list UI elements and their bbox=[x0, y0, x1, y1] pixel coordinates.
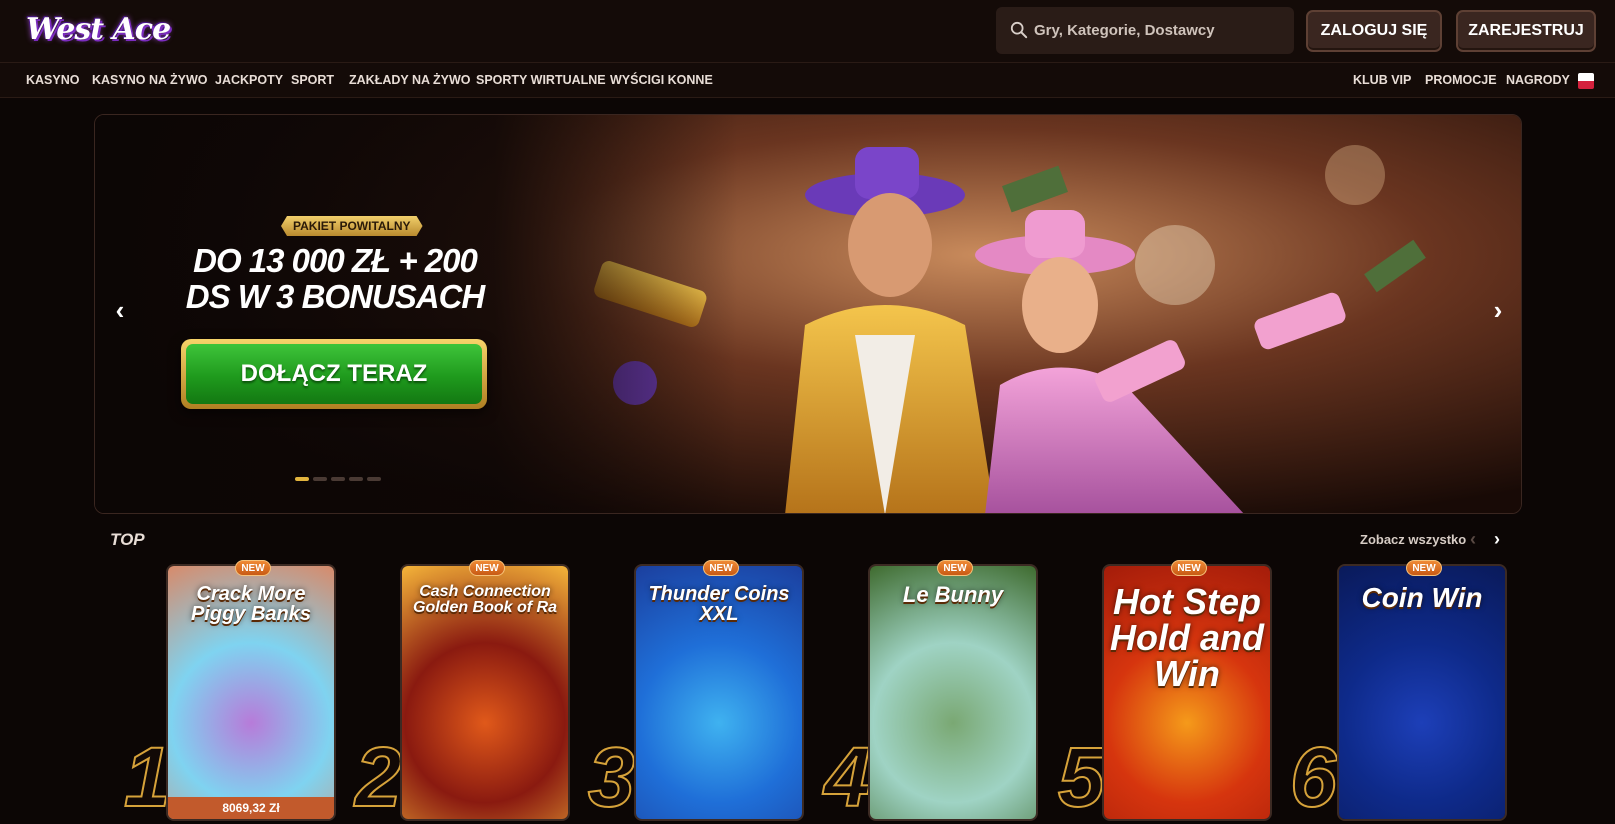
banner-dot-3[interactable] bbox=[331, 477, 345, 481]
banner-headline: DO 13 000 ZŁ + 200 DS W 3 BONUSACH bbox=[185, 242, 486, 315]
game-title: Coin Win bbox=[1361, 582, 1483, 613]
game-title: Hot Step Hold and Win bbox=[1110, 581, 1264, 694]
nav-item-jackpoty[interactable]: JACKPOTY bbox=[215, 73, 283, 87]
banner-headline-line2: DS W 3 BONUSACH bbox=[185, 278, 486, 315]
banner-headline-line1: DO 13 000 ZŁ + 200 bbox=[193, 242, 478, 279]
rank-number: 1 bbox=[123, 730, 172, 824]
carousel-next-icon[interactable]: › bbox=[1490, 529, 1504, 549]
banner-pagination bbox=[295, 477, 381, 481]
logo-text: West Ace bbox=[26, 12, 171, 47]
see-all-link[interactable]: Zobacz wszystko bbox=[1360, 532, 1466, 547]
rank-number: 4 bbox=[823, 730, 872, 824]
west-ace-logo[interactable]: West Ace bbox=[24, 8, 171, 54]
nav-item-nagrody[interactable]: NAGRODY bbox=[1506, 73, 1570, 87]
search-box[interactable] bbox=[996, 7, 1294, 54]
header: West Ace ZALOGUJ SIĘ ZAREJESTRUJ bbox=[0, 0, 1615, 62]
join-now-label: DOŁĄCZ TERAZ bbox=[186, 344, 482, 404]
nav-item-wyscigi-konne[interactable]: WYŚCIGI KONNE bbox=[610, 73, 713, 87]
banner-dot-1[interactable] bbox=[295, 477, 309, 481]
nav-item-promocje[interactable]: PROMOCJE bbox=[1425, 73, 1497, 87]
nav-item-sport[interactable]: SPORT bbox=[291, 73, 334, 87]
game-card[interactable]: Hot Step Hold and Win bbox=[1102, 564, 1272, 821]
game-title: Cash Connection Golden Book of Ra bbox=[413, 583, 557, 616]
banner-next-arrow-icon[interactable]: › bbox=[1487, 295, 1509, 325]
nav-item-zaklady-na-zywo[interactable]: ZAKŁADY NA ŻYWO bbox=[349, 73, 471, 87]
login-button[interactable]: ZALOGUJ SIĘ bbox=[1306, 10, 1442, 52]
search-icon bbox=[1010, 21, 1028, 39]
new-badge: NEW bbox=[703, 560, 739, 576]
jackpot-amount: 8069,32 Zł bbox=[168, 797, 334, 819]
register-button[interactable]: ZAREJESTRUJ bbox=[1456, 10, 1596, 52]
game-card[interactable]: Cash Connection Golden Book of Ra bbox=[400, 564, 570, 821]
poland-flag-icon[interactable] bbox=[1578, 73, 1594, 89]
nav-item-sporty-wirtualne[interactable]: SPORTY WIRTUALNE bbox=[476, 73, 606, 87]
new-badge: NEW bbox=[235, 560, 271, 576]
new-badge: NEW bbox=[937, 560, 973, 576]
rank-number: 2 bbox=[354, 730, 403, 824]
top-section-title: TOP bbox=[110, 530, 145, 549]
new-badge: NEW bbox=[1171, 560, 1207, 576]
nav-item-kasyno[interactable]: KASYNO bbox=[26, 73, 79, 87]
carousel-prev-icon[interactable]: ‹ bbox=[1466, 529, 1480, 549]
nav-item-klub-vip[interactable]: KLUB VIP bbox=[1353, 73, 1411, 87]
game-title: Thunder Coins XXL bbox=[648, 583, 790, 625]
rank-number: 5 bbox=[1057, 730, 1106, 824]
rank-number: 3 bbox=[587, 730, 636, 824]
banner-dot-5[interactable] bbox=[367, 477, 381, 481]
join-now-button[interactable]: DOŁĄCZ TERAZ bbox=[181, 339, 487, 409]
game-card[interactable]: Crack More Piggy Banks 8069,32 Zł bbox=[166, 564, 336, 821]
new-badge: NEW bbox=[469, 560, 505, 576]
banner-prev-arrow-icon[interactable]: ‹ bbox=[109, 295, 131, 325]
game-card[interactable]: Thunder Coins XXL bbox=[634, 564, 804, 821]
rank-number: 6 bbox=[1289, 730, 1338, 824]
game-card[interactable]: Coin Win bbox=[1337, 564, 1507, 821]
banner-dot-4[interactable] bbox=[349, 477, 363, 481]
promo-banner[interactable]: PAKIET POWITALNY DO 13 000 ZŁ + 200 DS W… bbox=[94, 114, 1522, 514]
top-games-carousel: 1 Crack More Piggy Banks 8069,32 Zł NEW 2 Cas… bbox=[0, 560, 1615, 821]
search-input[interactable] bbox=[1034, 7, 1284, 54]
main-nav: KASYNO KASYNO NA ŻYWO JACKPOTY SPORT ZAK… bbox=[0, 62, 1615, 98]
nav-item-kasyno-na-zywo[interactable]: KASYNO NA ŻYWO bbox=[92, 73, 208, 87]
game-card[interactable]: Le Bunny bbox=[868, 564, 1038, 821]
game-title: Crack More Piggy Banks bbox=[190, 583, 312, 625]
new-badge: NEW bbox=[1406, 560, 1442, 576]
game-title: Le Bunny bbox=[902, 582, 1004, 607]
banner-dot-2[interactable] bbox=[313, 477, 327, 481]
welcome-package-badge: PAKIET POWITALNY bbox=[281, 216, 423, 236]
